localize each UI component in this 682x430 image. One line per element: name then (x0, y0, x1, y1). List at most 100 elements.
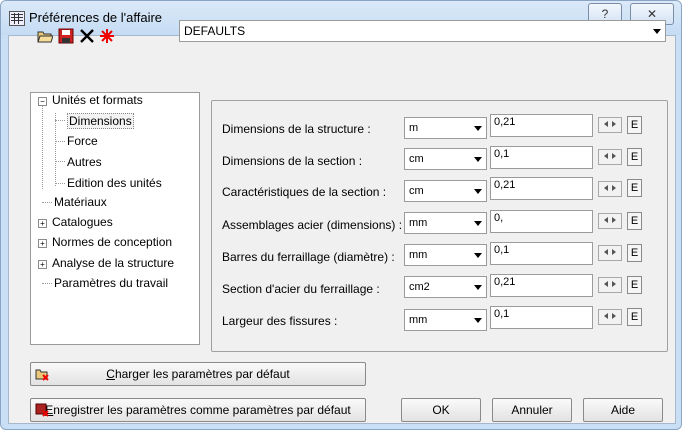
unit-value: m (409, 122, 419, 134)
tree-line (55, 183, 65, 184)
precision-value: 0,1 (494, 148, 510, 160)
tree-item-unit-edition[interactable]: Edition des unités (67, 176, 162, 190)
e-format-button[interactable]: E (627, 308, 642, 326)
precision-field[interactable]: 0,21 (490, 114, 593, 137)
chevron-down-icon (653, 29, 661, 34)
load-defaults-mnemonic: C (106, 367, 115, 381)
expand-icon[interactable]: + (38, 260, 47, 269)
unit-value: cm (409, 185, 424, 197)
chevron-down-icon (474, 189, 482, 194)
precision-spinner[interactable] (598, 245, 622, 261)
spin-left-icon (604, 153, 608, 159)
save-defaults-button[interactable]: Enregistrer les paramètres comme paramèt… (30, 398, 366, 422)
tree-line (42, 202, 52, 203)
precision-field[interactable]: 0,1 (490, 242, 593, 265)
expand-icon[interactable]: + (38, 239, 47, 248)
e-format-button[interactable]: E (627, 276, 642, 294)
delete-icon[interactable] (79, 28, 95, 44)
row-label: Dimensions de la section : (222, 154, 363, 168)
tree-item-design-codes[interactable]: Normes de conception (52, 235, 172, 249)
chevron-down-icon (474, 126, 482, 131)
tree-item-catalogs[interactable]: Catalogues (52, 215, 113, 229)
tree-item-materials[interactable]: Matériaux (54, 195, 107, 209)
spin-left-icon (604, 217, 608, 223)
e-format-button[interactable]: E (627, 212, 642, 230)
tree-item-autres[interactable]: Autres (67, 155, 102, 169)
row-label: Assemblages acier (dimensions) : (222, 218, 403, 232)
precision-field[interactable]: 0,1 (490, 146, 593, 169)
collapse-icon[interactable]: − (38, 97, 47, 106)
tree-line (42, 283, 52, 284)
load-defaults-icon (35, 367, 49, 381)
e-format-button[interactable]: E (627, 116, 642, 134)
chevron-down-icon (474, 253, 482, 258)
cancel-button[interactable]: Annuler (492, 398, 572, 422)
row-label: Barres du ferraillage (diamètre) : (222, 250, 395, 264)
tree-line (55, 161, 65, 162)
unit-select[interactable]: mm (404, 212, 487, 234)
tree-item-dimensions[interactable]: Dimensions (67, 113, 134, 129)
unit-select[interactable]: mm (404, 309, 487, 331)
spin-right-icon (612, 121, 616, 127)
precision-value: 0,21 (494, 276, 516, 288)
preset-value: DEFAULTS (184, 24, 246, 38)
help-button[interactable]: Aide (583, 398, 663, 422)
tree-item-force[interactable]: Force (67, 134, 98, 148)
precision-value: 0,1 (494, 244, 510, 256)
tree-item-units[interactable]: Unités et formats (52, 93, 143, 107)
save-defaults-label: nregistrer les paramètres comme paramètr… (53, 403, 351, 417)
tree-item-structure-analysis[interactable]: Analyse de la structure (52, 256, 174, 270)
chevron-down-icon (474, 157, 482, 162)
row-label: Section d'acier du ferraillage : (222, 282, 380, 296)
save-defaults-icon (35, 403, 49, 417)
precision-spinner[interactable] (598, 117, 622, 133)
expand-icon[interactable]: + (38, 219, 47, 228)
save-icon[interactable] (58, 28, 74, 44)
spin-left-icon (604, 313, 608, 319)
precision-spinner[interactable] (598, 277, 622, 293)
e-format-button[interactable]: E (627, 244, 642, 262)
app-table-icon (9, 11, 25, 26)
preferences-window: Préférences de l'affaire ? ✕ DEFAULTS − … (0, 0, 682, 430)
spin-left-icon (604, 249, 608, 255)
tree-line (55, 120, 65, 121)
row-label: Caractéristiques de la section : (222, 185, 387, 199)
spin-right-icon (612, 217, 616, 223)
unit-select[interactable]: cm (404, 180, 487, 202)
open-folder-icon[interactable] (37, 28, 54, 44)
precision-field[interactable]: 0,21 (490, 177, 593, 200)
window-title: Préférences de l'affaire (29, 10, 163, 25)
tree-item-work-params[interactable]: Paramètres du travail (54, 276, 168, 290)
spin-right-icon (612, 185, 616, 191)
spin-right-icon (612, 153, 616, 159)
preset-dropdown[interactable]: DEFAULTS (179, 20, 666, 42)
new-star-icon[interactable] (99, 28, 115, 44)
unit-value: mm (409, 314, 428, 326)
spin-right-icon (612, 249, 616, 255)
precision-field[interactable]: 0,1 (490, 306, 593, 329)
unit-select[interactable]: m (404, 117, 487, 139)
precision-spinner[interactable] (598, 181, 622, 197)
unit-value: mm (409, 217, 428, 229)
e-format-button[interactable]: E (627, 179, 642, 197)
e-format-button[interactable]: E (627, 148, 642, 166)
precision-field[interactable]: 0,21 (490, 274, 593, 297)
load-defaults-button[interactable]: Charger les paramètres par défaut (30, 362, 366, 386)
spin-left-icon (604, 121, 608, 127)
precision-spinner[interactable] (598, 149, 622, 165)
unit-select[interactable]: mm (404, 244, 487, 266)
ok-button[interactable]: OK (401, 398, 481, 422)
unit-select[interactable]: cm2 (404, 276, 487, 298)
precision-spinner[interactable] (598, 309, 622, 325)
unit-value: cm2 (409, 281, 430, 293)
precision-field[interactable]: 0, (490, 210, 593, 233)
unit-value: mm (409, 249, 428, 261)
precision-spinner[interactable] (598, 213, 622, 229)
precision-value: 0,21 (494, 116, 516, 128)
load-defaults-label: harger les paramètres par défaut (114, 367, 290, 381)
precision-value: 0,1 (494, 308, 510, 320)
unit-value: cm (409, 153, 424, 165)
precision-value: 0, (494, 212, 504, 224)
unit-select[interactable]: cm (404, 148, 487, 170)
chevron-down-icon (474, 221, 482, 226)
